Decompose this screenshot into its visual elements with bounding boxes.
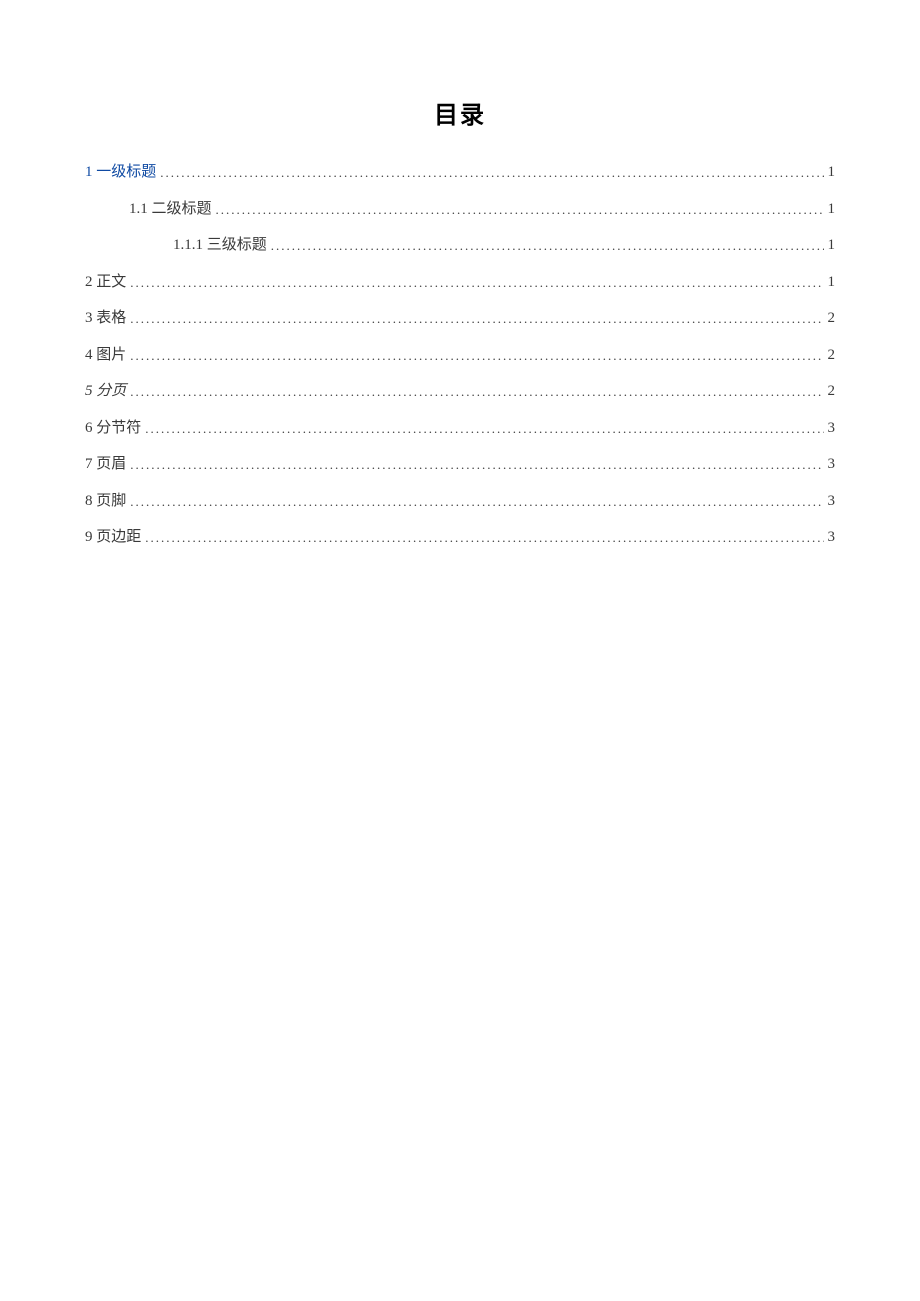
toc-entry[interactable]: 6 分节符 3 [85, 421, 835, 436]
toc-leader-dots [130, 276, 823, 289]
toc-entry-page: 3 [828, 494, 836, 509]
toc-leader-dots [271, 239, 824, 252]
toc-leader-dots [145, 422, 823, 435]
toc-entry[interactable]: 7 页眉 3 [85, 457, 835, 472]
toc-entry[interactable]: 8 页脚 3 [85, 494, 835, 509]
toc-leader-dots [130, 458, 823, 471]
toc-entry-page: 1 [828, 165, 836, 180]
toc-entry-label: 9 页边距 [85, 530, 141, 545]
toc-entry-label: 1.1.1 三级标题 [173, 238, 267, 253]
toc-entry[interactable]: 1.1.1 三级标题 1 [173, 238, 835, 253]
toc-entry-page: 3 [828, 421, 836, 436]
toc-leader-dots [130, 349, 823, 362]
toc-entry-label: 7 页眉 [85, 457, 126, 472]
toc-entry[interactable]: 4 图片 2 [85, 348, 835, 363]
toc-entry-page: 2 [828, 384, 836, 399]
toc-entry[interactable]: 1 一级标题 1 [85, 165, 835, 180]
toc-entry-label: 3 表格 [85, 311, 126, 326]
toc-leader-dots [130, 385, 823, 398]
toc-leader-dots [145, 531, 823, 544]
toc-entry-label: 1.1 二级标题 [129, 202, 212, 217]
toc-entry-page: 1 [828, 275, 836, 290]
toc-entry-page: 2 [828, 348, 836, 363]
toc-leader-dots [130, 312, 823, 325]
toc-entry-page: 1 [828, 238, 836, 253]
toc-title: 目录 [85, 95, 835, 130]
document-page: 目录 1 一级标题 1 1.1 二级标题 1 1.1.1 三级标题 1 2 正文 1 3 表格 2… [0, 0, 920, 545]
toc-entry-label: 6 分节符 [85, 421, 141, 436]
toc-entry-label: 4 图片 [85, 348, 126, 363]
toc-entry[interactable]: 9 页边距 3 [85, 530, 835, 545]
toc-entry[interactable]: 1.1 二级标题 1 [129, 202, 835, 217]
toc-leader-dots [130, 495, 823, 508]
toc-leader-dots [216, 203, 824, 216]
toc-entry-page: 2 [828, 311, 836, 326]
toc-entry-page: 3 [828, 530, 836, 545]
toc-entry-page: 3 [828, 457, 836, 472]
toc-entry-page: 1 [828, 202, 836, 217]
toc-entry-label: 5 分页 [85, 384, 126, 399]
toc-list: 1 一级标题11.1 二级标题11.1.1 三级标题12 正文13 表格24 图… [85, 165, 835, 545]
toc-entry-label: 8 页脚 [85, 494, 126, 509]
toc-leader-dots [160, 166, 823, 179]
toc-entry[interactable]: 2 正文 1 [85, 275, 835, 290]
toc-entry[interactable]: 5 分页 2 [85, 384, 835, 399]
toc-entry-label: 1 一级标题 [85, 165, 156, 180]
toc-entry[interactable]: 3 表格 2 [85, 311, 835, 326]
toc-entry-label: 2 正文 [85, 275, 126, 290]
